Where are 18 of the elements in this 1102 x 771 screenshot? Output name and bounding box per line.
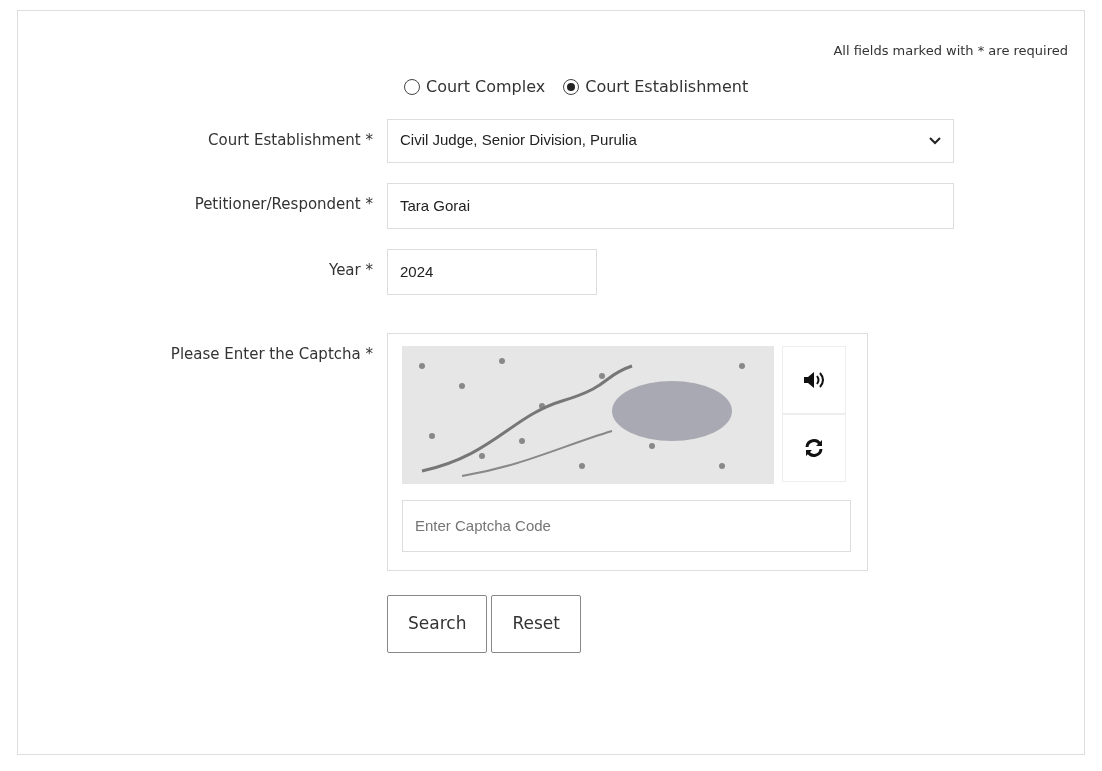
action-button[interactable]: Search (387, 594, 488, 653)
captcha-field[interactable]: Enter Captcha Code (402, 499, 851, 552)
action-button[interactable]: Reset (491, 594, 581, 653)
field-label: Petitioner/Respondent * (193, 193, 374, 215)
refresh-icon (804, 437, 824, 458)
field-label: Please Enter the Captcha * (169, 343, 374, 365)
input-field[interactable]: 2024 (387, 248, 597, 295)
speaker-icon (803, 370, 825, 389)
chevron-icon (929, 136, 941, 145)
field-label: Court Establishment * (207, 129, 374, 151)
field-label: Year * (327, 259, 374, 281)
audio-button[interactable] (782, 345, 846, 414)
input-field[interactable]: Tara Gorai (387, 182, 954, 229)
refresh-button[interactable] (782, 413, 846, 482)
radio-label: Court Complex (426, 75, 546, 98)
radio-label: Court Establishment (585, 75, 749, 98)
required-note: All fields marked with * are required (832, 42, 1068, 60)
select-field[interactable]: Civil Judge, Senior Division, Purulia (387, 118, 954, 163)
